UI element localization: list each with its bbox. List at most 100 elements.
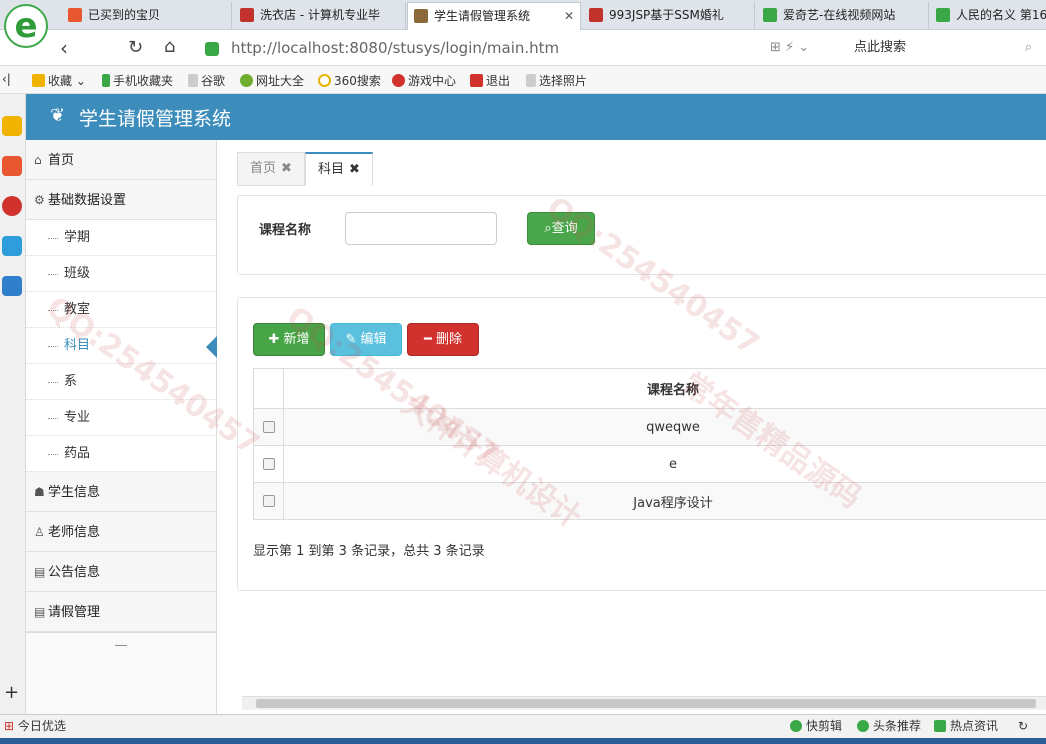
page-favicon-icon — [240, 8, 254, 22]
grid-icon[interactable]: ⊞ ⚡ ⌄ — [770, 40, 809, 55]
sidebar-item-basic-data[interactable]: ⚙ 基础数据设置 — [26, 180, 216, 220]
sidebar-item-label: 基础数据设置 — [48, 193, 127, 208]
selected-arrow-icon — [206, 336, 217, 358]
sidebar-item-label: 请假管理 — [48, 605, 101, 620]
browser-logo-icon[interactable]: e — [4, 4, 48, 48]
news-icon[interactable] — [2, 156, 22, 176]
table-header-row: 课程名称 — [253, 368, 1046, 409]
add-button[interactable]: ✚ 新增 — [253, 323, 325, 356]
search-panel: 课程名称 ⌕查询 — [237, 195, 1046, 275]
news-icon — [934, 720, 946, 732]
sidebar-item-classroom[interactable]: 教室 — [26, 292, 216, 328]
browser-tab-2[interactable]: 洗衣店 - 计算机专业毕 — [234, 2, 406, 30]
table-row[interactable]: qweqwe — [253, 408, 1046, 446]
bookmark-logout[interactable]: 退出 — [470, 72, 510, 89]
table-row[interactable]: e — [253, 445, 1046, 483]
taobao-icon — [68, 8, 82, 22]
sidebar-subitem-label: 教室 — [64, 302, 91, 317]
search-placeholder: 点此搜索 — [854, 40, 907, 55]
status-item-headline[interactable]: 头条推荐 — [857, 715, 921, 737]
sidebar-item-leave[interactable]: ▤ 请假管理 — [26, 592, 216, 632]
course-name-input[interactable] — [345, 212, 497, 245]
sidebar-item-department[interactable]: 系 — [26, 364, 216, 400]
course-name-cell: Java程序设计 — [283, 482, 1046, 520]
sidebar-item-medicine[interactable]: 药品 — [26, 436, 216, 472]
reload-icon[interactable]: ↻ — [128, 37, 143, 58]
sidebar-item-subject[interactable]: 科目 — [26, 328, 217, 364]
close-tab-icon[interactable]: ✕ — [564, 3, 574, 29]
weibo-icon[interactable] — [2, 196, 22, 216]
status-item-hot[interactable]: 热点资讯 — [934, 715, 998, 737]
delete-button[interactable]: ━ 删除 — [407, 323, 479, 356]
sidebar-item-teachers[interactable]: ♙ 老师信息 — [26, 512, 216, 552]
bookmark-label: 退出 — [486, 74, 511, 88]
bookmark-favorites[interactable]: 收藏 ⌄ — [32, 72, 86, 89]
refresh-icon[interactable]: ↻ — [1018, 715, 1028, 737]
sidebar-item-term[interactable]: 学期 — [26, 220, 216, 256]
back-icon[interactable]: ‹ — [60, 36, 68, 60]
sidebar-subitem-label: 药品 — [64, 446, 91, 461]
close-tab-icon[interactable]: ✖ — [281, 161, 292, 176]
bookmark-label: 选择照片 — [539, 74, 588, 88]
browser-tab-3[interactable]: 学生请假管理系统 ✕ — [407, 2, 581, 30]
browser-tab-label: 洗衣店 - 计算机专业毕 — [260, 8, 380, 22]
browser-search-input[interactable]: 点此搜索 ⌕ — [840, 34, 1040, 62]
home-icon: ⌂ — [34, 153, 42, 167]
star-icon — [32, 74, 45, 87]
browser-tab-label: 已买到的宝贝 — [88, 8, 161, 22]
search-button[interactable]: ⌕查询 — [527, 212, 595, 245]
row-checkbox[interactable] — [262, 458, 275, 470]
bookmark-label: 网址大全 — [256, 74, 305, 88]
status-item-clip[interactable]: 快剪辑 — [790, 715, 842, 737]
plus-icon: ✚ — [268, 332, 284, 347]
course-name-label: 课程名称 — [259, 223, 312, 238]
add-icon[interactable]: + — [4, 682, 19, 703]
browser-tab-5[interactable]: 爱奇艺-在线视频网站 — [757, 2, 929, 30]
close-tab-icon[interactable]: ✖ — [349, 162, 360, 177]
bookmark-google[interactable]: 谷歌 — [188, 72, 225, 89]
game-icon — [392, 74, 405, 87]
sidebar-subitem-label: 系 — [64, 374, 78, 389]
sidebar-toggle-icon[interactable]: ‹| — [2, 72, 11, 86]
pagination-info: 显示第 1 到第 3 条记录，总共 3 条记录 — [253, 544, 485, 559]
sidebar-subitem-label: 学期 — [64, 230, 91, 245]
app-header: ❦ 学生请假管理系统 — [26, 94, 1046, 140]
edit-button[interactable]: ✎ 编辑 — [330, 323, 402, 356]
file-icon: ▤ — [34, 605, 46, 619]
horizontal-scrollbar[interactable] — [242, 696, 1046, 710]
row-checkbox[interactable] — [262, 421, 275, 433]
bookmark-mobile[interactable]: 手机收藏夹 — [102, 72, 173, 89]
scrollbar-thumb[interactable] — [256, 699, 1036, 708]
browser-tab-6[interactable]: 人民的名义 第16 — [930, 2, 1046, 30]
row-checkbox[interactable] — [262, 495, 275, 507]
browser-tab-4[interactable]: 993JSP基于SSM婚礼 — [583, 2, 755, 30]
table-row[interactable]: Java程序设计 — [253, 482, 1046, 520]
bookmark-photos[interactable]: 选择照片 — [526, 72, 587, 89]
home-icon[interactable]: ⌂ — [164, 36, 175, 57]
sidebar-item-class[interactable]: 班级 — [26, 256, 216, 292]
browser-tab-1[interactable]: 已买到的宝贝 — [62, 2, 232, 30]
sidebar-item-notices[interactable]: ▤ 公告信息 — [26, 552, 216, 592]
bookmark-label: 游戏中心 — [408, 74, 457, 88]
star-icon[interactable] — [2, 116, 22, 136]
file-icon: ▤ — [34, 565, 46, 579]
sidebar-collapse-handle[interactable]: — — [26, 632, 216, 658]
bookmark-directory[interactable]: 网址大全 — [240, 72, 304, 89]
bookmark-games[interactable]: 游戏中心 — [392, 72, 456, 89]
course-name-cell: qweqwe — [283, 408, 1046, 446]
browser-tab-label: 学生请假管理系统 — [434, 9, 531, 23]
sidebar-item-students[interactable]: ☗ 学生信息 — [26, 472, 216, 512]
mail-icon[interactable] — [2, 236, 22, 256]
document-icon[interactable] — [2, 276, 22, 296]
bookmark-360[interactable]: 360搜索 — [318, 72, 381, 89]
search-icon[interactable]: ⌕ — [1025, 34, 1032, 62]
column-header-course-name[interactable]: 课程名称 — [283, 368, 1046, 409]
tab-home[interactable]: 首页 ✖ — [237, 152, 305, 186]
sidebar-item-major[interactable]: 专业 — [26, 400, 216, 436]
today-picks[interactable]: ⊞ 今日优选 — [4, 715, 66, 737]
os-taskbar — [0, 738, 1046, 744]
tab-subject[interactable]: 科目 ✖ — [305, 152, 373, 186]
url-field[interactable]: http://localhost:8080/stusys/login/main.… — [205, 34, 765, 62]
sidebar-item-home[interactable]: ⌂ 首页 — [26, 140, 216, 180]
select-all-header — [253, 368, 284, 409]
